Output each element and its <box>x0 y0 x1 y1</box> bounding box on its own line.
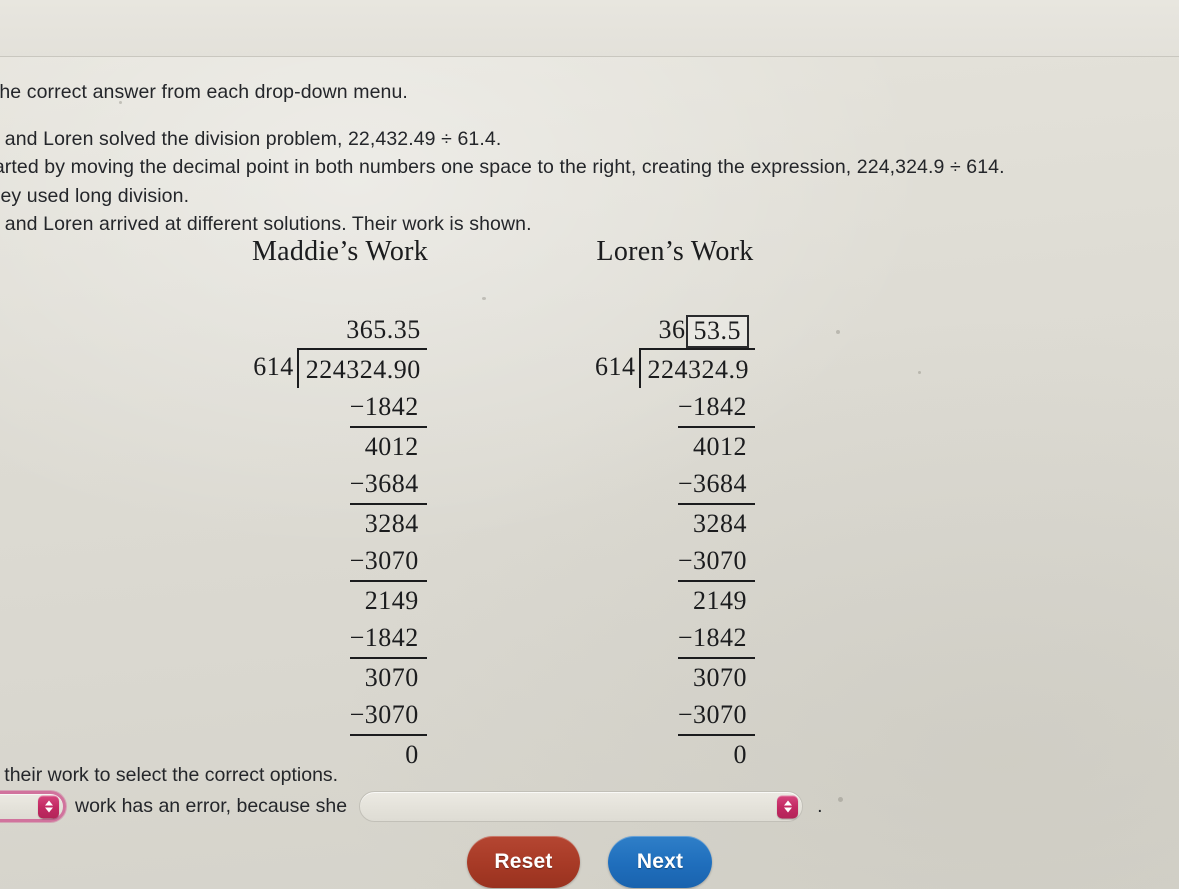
division-step-row: 3284 <box>253 505 427 542</box>
student-name-dropdown[interactable] <box>0 791 66 822</box>
division-subtrahend: −3070 <box>677 696 755 736</box>
instruction-line-1: ect the correct answer from each drop-do… <box>0 81 408 103</box>
photo-speck <box>482 297 486 300</box>
division-step-row: −1842 <box>595 619 755 659</box>
division-step-row: −1842 <box>253 388 427 428</box>
division-remainder: 3284 <box>693 509 747 538</box>
loren-work-column: Loren’s Work 36 53.5 614 224324.9 −1842 4… <box>465 236 885 773</box>
maddie-quotient-row: 365.35 <box>253 314 427 348</box>
maddie-steps: −1842 4012 −3684 3284 −3070 2149 −1842 3070 −307… <box>253 388 427 773</box>
division-subtrahend: −1842 <box>677 388 755 428</box>
division-step-row: −3070 <box>253 696 427 736</box>
division-step-row: −3070 <box>253 542 427 582</box>
maddie-divisor: 614 <box>253 352 294 381</box>
division-step-row: 3070 <box>595 659 755 696</box>
loren-quotient: 36 <box>658 315 686 344</box>
division-remainder: 2149 <box>364 586 419 615</box>
division-subtrahend: −1842 <box>349 388 427 428</box>
division-step-row: 4012 <box>595 428 755 465</box>
division-subtrahend: −3684 <box>349 465 427 505</box>
reason-dropdown[interactable] <box>359 791 804 822</box>
division-step-row: 2149 <box>253 582 427 619</box>
loren-divisor: 614 <box>595 352 636 381</box>
division-step-row: 2149 <box>595 582 755 619</box>
division-remainder: 3070 <box>693 663 747 692</box>
division-subtrahend: −1842 <box>349 619 427 659</box>
division-remainder: 4012 <box>693 432 747 461</box>
photo-speck <box>838 797 843 802</box>
division-subtrahend: −1842 <box>677 619 755 659</box>
division-remainder: 3070 <box>364 663 419 692</box>
division-step-row: −3684 <box>595 465 755 505</box>
division-subtrahend: −3070 <box>349 696 427 736</box>
instruction-spacer <box>0 107 1162 125</box>
instruction-line-5: ddie and Loren arrived at different solu… <box>0 213 532 235</box>
updown-arrows-icon[interactable] <box>38 795 59 818</box>
answer-middle-text: work has an error, because she <box>75 795 348 817</box>
maddie-dividend-row: 614 224324.90 <box>253 348 427 388</box>
maddie-quotient: 365.35 <box>346 315 421 344</box>
photo-speck <box>119 101 122 104</box>
division-step-row: −3684 <box>253 465 427 505</box>
division-step-row: −1842 <box>253 619 427 659</box>
loren-work-title: Loren’s Work <box>596 236 754 267</box>
division-step-row: −1842 <box>595 388 755 428</box>
division-remainder: 3284 <box>364 509 419 538</box>
instruction-line-3: n started by moving the decimal point in… <box>0 156 1005 178</box>
reset-button[interactable]: Reset <box>467 836 580 888</box>
next-button[interactable]: Next <box>608 836 712 888</box>
division-step-row: −3070 <box>595 696 755 736</box>
loren-quotient-boxed: 53.5 <box>685 315 749 348</box>
division-subtrahend: −3070 <box>677 542 755 582</box>
photo-speck <box>918 371 921 374</box>
photo-speck <box>836 330 840 334</box>
examine-prompt: nine their work to select the correct op… <box>0 764 339 786</box>
browser-top-bar <box>0 0 1179 57</box>
division-step-row: 3070 <box>253 659 427 696</box>
student-work-area: Maddie’s Work 365.35 614 224324.90 −1842… <box>0 236 1179 769</box>
division-step-row: −3070 <box>595 542 755 582</box>
division-remainder: 2149 <box>693 586 747 615</box>
loren-long-division: 36 53.5 614 224324.9 −1842 4012 −3684 3284−… <box>465 314 885 773</box>
loren-quotient-row: 36 53.5 <box>595 314 755 348</box>
footer-actions: Reset Next <box>0 835 1179 889</box>
division-step-row: 4012 <box>253 428 427 465</box>
instruction-line-2: ddie and Loren solved the division probl… <box>0 127 502 150</box>
updown-arrows-icon[interactable] <box>777 795 799 818</box>
answer-row: work has an error, because she . <box>0 791 1176 822</box>
instruction-line-4: n, they used long division. <box>0 184 190 207</box>
loren-dividend: 224324.9 <box>638 348 755 388</box>
division-step-row: 3284 <box>595 505 755 542</box>
instructions-block: ect the correct answer from each drop-do… <box>0 78 1162 239</box>
sentence-period: . <box>817 795 823 817</box>
division-remainder: 4012 <box>364 432 419 461</box>
loren-steps: −1842 4012 −3684 3284 −3070 2149 −1842 3070 −307… <box>595 388 755 773</box>
division-subtrahend: −3684 <box>677 465 755 505</box>
loren-dividend-row: 614 224324.9 <box>595 348 755 388</box>
division-subtrahend: −3070 <box>349 542 427 582</box>
maddie-dividend: 224324.90 <box>296 348 427 388</box>
